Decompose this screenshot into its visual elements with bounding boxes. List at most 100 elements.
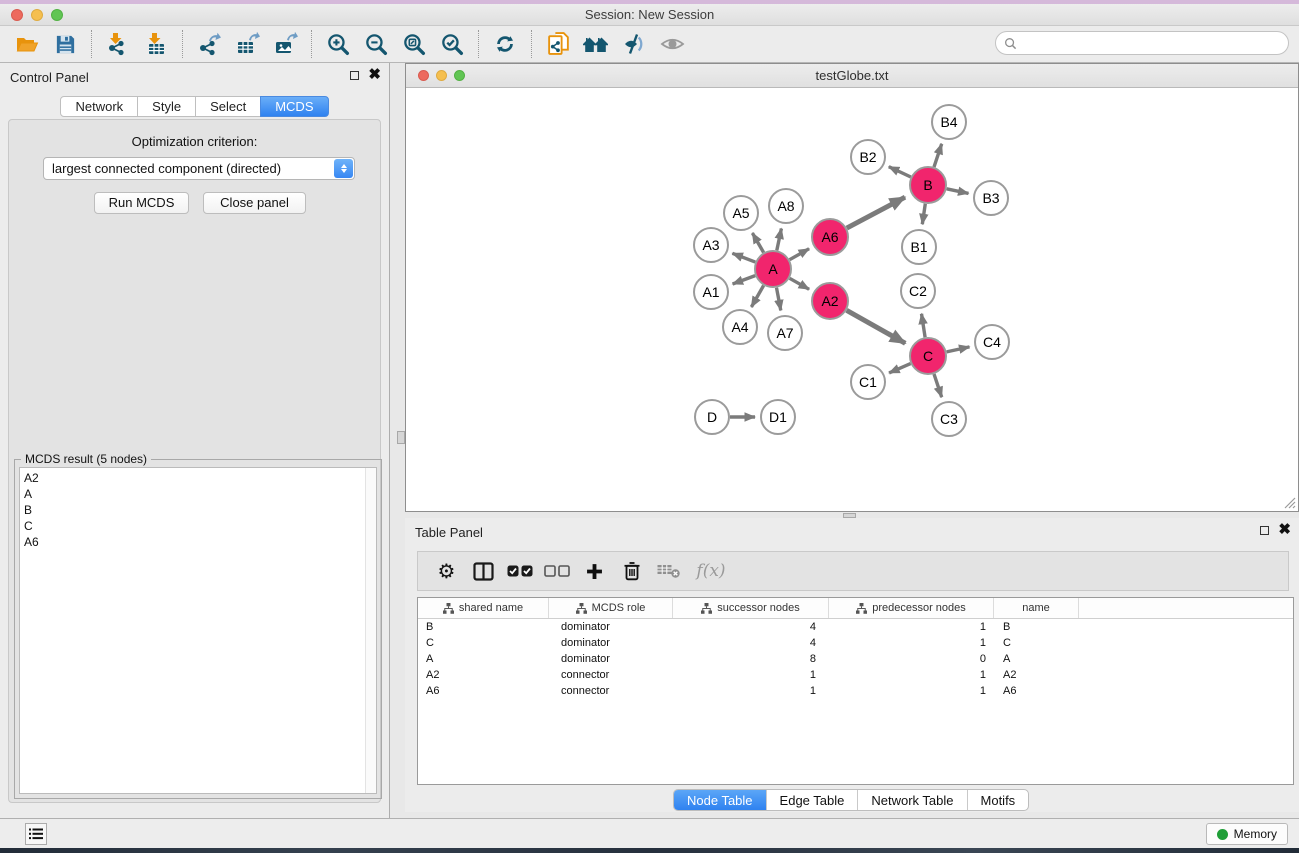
column-header-predecessor-nodes[interactable]: predecessor nodes	[829, 598, 994, 618]
edge-C-C1[interactable]	[889, 364, 911, 373]
tab-style[interactable]: Style	[137, 96, 196, 117]
mcds-result-item[interactable]: B	[24, 502, 376, 518]
edge-B-B4[interactable]	[934, 144, 942, 167]
cell-name[interactable]: B	[994, 619, 1079, 635]
table-row[interactable]: A2connector11A2	[418, 667, 1293, 683]
vertical-splitter-handle[interactable]	[397, 431, 405, 444]
mcds-result-item[interactable]: A2	[24, 470, 376, 486]
column-header-shared-name[interactable]: shared name	[418, 598, 549, 618]
cell-shared_name[interactable]: A	[418, 651, 549, 667]
show-graphics-details-button[interactable]	[653, 29, 691, 59]
resize-grip-icon[interactable]	[1282, 495, 1296, 509]
node-A3[interactable]: A3	[694, 228, 728, 262]
node-C1[interactable]: C1	[851, 365, 885, 399]
tab-select[interactable]: Select	[195, 96, 261, 117]
delete-columns-button[interactable]	[613, 555, 650, 587]
edge-C-C2[interactable]	[922, 314, 926, 338]
table-row[interactable]: A6connector11A6	[418, 683, 1293, 699]
node-A1[interactable]: A1	[694, 275, 728, 309]
node-D1[interactable]: D1	[761, 400, 795, 434]
table-row[interactable]: Cdominator41C	[418, 635, 1293, 651]
edge-B-B2[interactable]	[889, 167, 911, 177]
float-table-panel-icon[interactable]	[1260, 526, 1269, 535]
delete-table-button[interactable]	[650, 555, 687, 587]
node-B1[interactable]: B1	[902, 230, 936, 264]
cell-predecessor_nodes[interactable]: 1	[829, 619, 994, 635]
zoom-selected-button[interactable]	[433, 29, 471, 59]
add-column-button[interactable]	[576, 555, 613, 587]
network-canvas[interactable]: B4B2BB3A8A5A6A3B1AC2A1A2A4A7C4CC1C3DD1	[406, 88, 1298, 511]
node-B[interactable]: B	[910, 167, 946, 203]
search-input[interactable]	[1022, 33, 1288, 53]
node-D[interactable]: D	[695, 400, 729, 434]
edge-B-B1[interactable]	[922, 204, 925, 224]
cell-mcds_role[interactable]: dominator	[549, 651, 673, 667]
node-C[interactable]: C	[910, 338, 946, 374]
cell-mcds_role[interactable]: connector	[549, 667, 673, 683]
cell-name[interactable]: A2	[994, 667, 1079, 683]
mcds-result-item[interactable]: A	[24, 486, 376, 502]
edge-A-A1[interactable]	[733, 276, 756, 284]
cell-successor_nodes[interactable]: 4	[673, 635, 829, 651]
mcds-result-item[interactable]: C	[24, 518, 376, 534]
cell-predecessor_nodes[interactable]: 1	[829, 635, 994, 651]
zoom-in-button[interactable]	[319, 29, 357, 59]
tab-node-table[interactable]: Node Table	[674, 790, 766, 810]
node-A4[interactable]: A4	[723, 310, 757, 344]
show-hide-panels-button[interactable]	[577, 29, 615, 59]
import-network-button[interactable]	[99, 29, 137, 59]
edge-A-A4[interactable]	[751, 286, 763, 308]
run-mcds-button[interactable]: Run MCDS	[94, 192, 189, 214]
export-image-button[interactable]	[266, 29, 304, 59]
close-panel-button[interactable]: Close panel	[203, 192, 306, 214]
import-table-button[interactable]	[137, 29, 175, 59]
tab-network-table[interactable]: Network Table	[857, 790, 966, 810]
cell-name[interactable]: C	[994, 635, 1079, 651]
close-panel-icon[interactable]: ✖	[368, 69, 381, 81]
table-row[interactable]: Bdominator41B	[418, 619, 1293, 635]
edge-A-A6[interactable]	[790, 249, 810, 260]
close-table-panel-icon[interactable]: ✖	[1278, 524, 1291, 536]
edge-C-C4[interactable]	[947, 347, 970, 352]
tab-mcds[interactable]: MCDS	[260, 96, 328, 117]
function-builder-button[interactable]: f(x)	[687, 555, 735, 587]
list-scrollbar[interactable]	[365, 468, 376, 793]
task-history-button[interactable]	[25, 823, 47, 845]
network-graph[interactable]: B4B2BB3A8A5A6A3B1AC2A1A2A4A7C4CC1C3DD1	[406, 88, 1298, 511]
cell-successor_nodes[interactable]: 1	[673, 683, 829, 699]
deselect-all-checkboxes-button[interactable]	[539, 555, 576, 587]
memory-button[interactable]: Memory	[1206, 823, 1288, 845]
cell-shared_name[interactable]: B	[418, 619, 549, 635]
node-A8[interactable]: A8	[769, 189, 803, 223]
node-A5[interactable]: A5	[724, 196, 758, 230]
new-network-from-selection-button[interactable]	[539, 29, 577, 59]
column-header-MCDS-role[interactable]: MCDS role	[549, 598, 673, 618]
node-A[interactable]: A	[755, 251, 791, 287]
node-table[interactable]: shared nameMCDS rolesuccessor nodesprede…	[417, 597, 1294, 785]
tab-motifs[interactable]: Motifs	[967, 790, 1029, 810]
node-B3[interactable]: B3	[974, 181, 1008, 215]
edge-A-A5[interactable]	[752, 233, 763, 253]
optimization-criterion-select[interactable]: largest connected component (directed)	[43, 157, 355, 180]
zoom-out-button[interactable]	[357, 29, 395, 59]
refresh-layout-button[interactable]	[486, 29, 524, 59]
network-window-titlebar[interactable]: testGlobe.txt	[406, 64, 1298, 88]
float-panel-icon[interactable]	[350, 71, 359, 80]
search-field[interactable]	[995, 31, 1289, 55]
cell-shared_name[interactable]: A6	[418, 683, 549, 699]
split-view-button[interactable]	[465, 555, 502, 587]
cell-name[interactable]: A6	[994, 683, 1079, 699]
export-network-button[interactable]	[190, 29, 228, 59]
save-session-button[interactable]	[46, 29, 84, 59]
edge-C-C3[interactable]	[934, 374, 942, 397]
mcds-result-listbox[interactable]: A2ABCA6	[19, 467, 377, 794]
select-all-checkboxes-button[interactable]	[502, 555, 539, 587]
cell-predecessor_nodes[interactable]: 1	[829, 667, 994, 683]
cell-mcds_role[interactable]: dominator	[549, 619, 673, 635]
edge-A-A7[interactable]	[777, 288, 781, 311]
cell-successor_nodes[interactable]: 8	[673, 651, 829, 667]
edge-A6-B[interactable]	[847, 197, 905, 228]
cell-mcds_role[interactable]: connector	[549, 683, 673, 699]
tab-network[interactable]: Network	[60, 96, 138, 117]
open-session-button[interactable]	[8, 29, 46, 59]
